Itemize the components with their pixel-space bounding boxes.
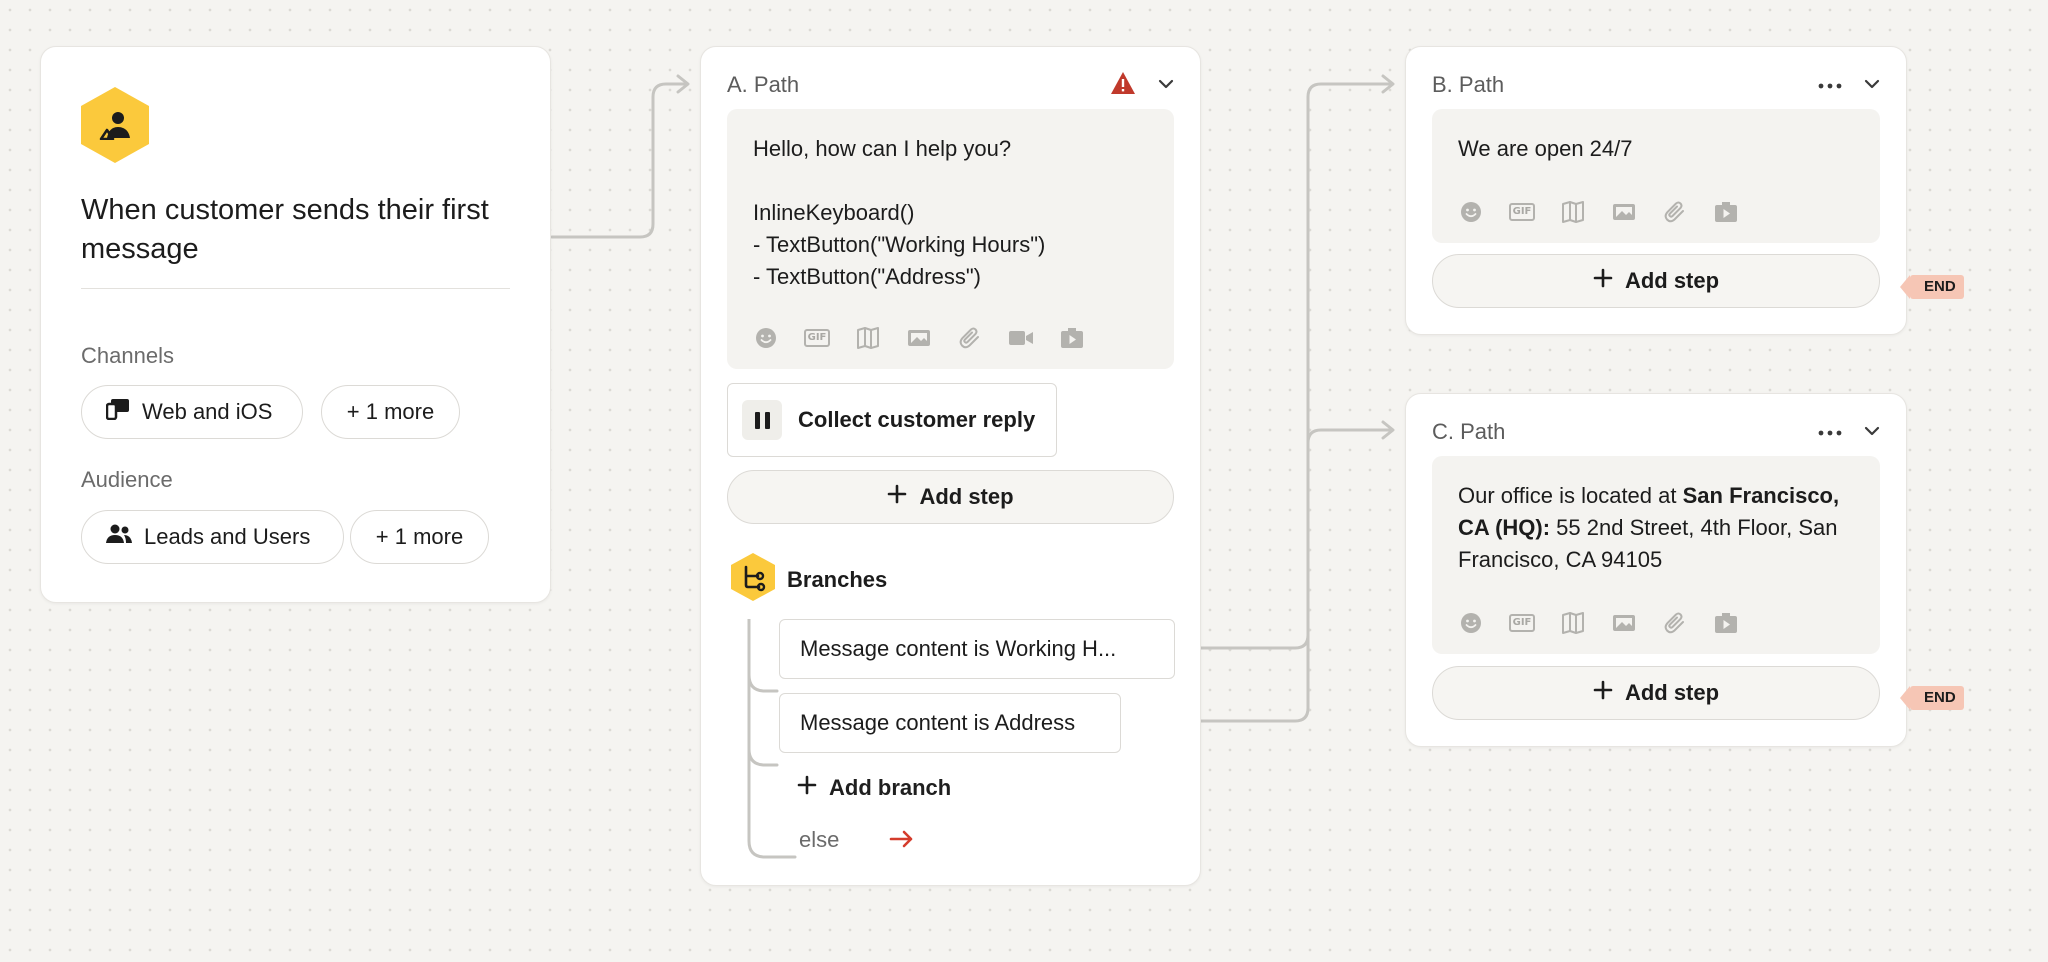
connector-branch1-to-b xyxy=(1170,82,1392,650)
more-options-icon[interactable] xyxy=(1818,76,1842,94)
gif-icon[interactable]: GIF xyxy=(803,325,831,351)
image-icon[interactable] xyxy=(1611,199,1637,225)
channels-value: Web and iOS xyxy=(142,399,273,424)
path-b-message[interactable]: We are open 24/7 GIF xyxy=(1432,109,1880,243)
add-step-label: Add step xyxy=(1624,680,1720,705)
app-icon[interactable] xyxy=(1713,610,1739,636)
message-line: - TextButton("Working Hours") xyxy=(753,232,1046,257)
path-b-header: B. Path xyxy=(1432,69,1880,101)
path-c-add-step-button[interactable]: Add step xyxy=(1432,666,1880,720)
app-icon[interactable] xyxy=(1059,325,1085,351)
plus-icon xyxy=(797,775,817,801)
attachment-icon[interactable] xyxy=(1662,199,1688,225)
path-a-header: A. Path xyxy=(727,69,1174,101)
branches-header: Branches xyxy=(729,551,887,609)
branch-working-hours[interactable]: Message content is Working H... xyxy=(779,619,1175,679)
warning-icon[interactable] xyxy=(1110,71,1136,100)
path-a-add-step-button[interactable]: Add step xyxy=(727,470,1174,524)
chevron-down-icon[interactable] xyxy=(1158,76,1174,94)
audience-label: Audience xyxy=(81,467,173,492)
pause-icon xyxy=(742,400,782,440)
message-line: - TextButton("Address") xyxy=(753,264,981,289)
article-icon[interactable] xyxy=(855,325,881,351)
channels-icon xyxy=(105,398,130,426)
add-branch-label: Add branch xyxy=(829,775,952,800)
article-icon[interactable] xyxy=(1560,610,1586,636)
trigger-title: When customer sends their first message xyxy=(81,194,489,265)
attachment-icon[interactable] xyxy=(1662,610,1688,636)
video-icon[interactable] xyxy=(1008,325,1034,351)
end-tag-b: END xyxy=(1900,275,1964,299)
article-icon[interactable] xyxy=(1560,199,1586,225)
message-toolbar: GIF xyxy=(753,325,1085,351)
else-arrow-icon[interactable] xyxy=(889,829,915,854)
trigger-card[interactable]: When customer sends their first message … xyxy=(40,46,551,603)
image-icon[interactable] xyxy=(906,325,932,351)
image-icon[interactable] xyxy=(1611,610,1637,636)
channels-more-pill[interactable]: + 1 more xyxy=(321,385,460,439)
gif-icon[interactable]: GIF xyxy=(1508,610,1536,636)
branches-hex-icon xyxy=(729,551,777,609)
emoji-icon[interactable] xyxy=(753,325,779,351)
message-text: Our office is located at San Francisco, … xyxy=(1458,480,1858,576)
chevron-down-icon[interactable] xyxy=(1864,423,1880,441)
end-tag-c: END xyxy=(1900,686,1964,710)
path-a-card[interactable]: A. Path Hello, how can I help you? Inlin… xyxy=(700,46,1201,886)
audience-pill[interactable]: Leads and Users xyxy=(81,510,344,564)
add-step-label: Add step xyxy=(1624,268,1720,293)
path-c-card[interactable]: C. Path Our office is located at San Fra… xyxy=(1405,393,1907,747)
collect-reply-step[interactable]: Collect customer reply xyxy=(727,383,1057,457)
plus-icon xyxy=(1593,680,1613,706)
divider xyxy=(81,288,510,289)
plus-icon xyxy=(1593,268,1613,294)
trigger-hex-icon xyxy=(81,87,149,163)
more-options-icon[interactable] xyxy=(1818,423,1842,441)
path-a-title: A. Path xyxy=(727,72,800,97)
connector-trigger-to-a xyxy=(550,82,687,239)
customer-message-icon xyxy=(98,110,132,140)
path-c-message[interactable]: Our office is located at San Francisco, … xyxy=(1432,456,1880,654)
message-text: We are open 24/7 xyxy=(1458,136,1633,161)
channels-label: Channels xyxy=(81,343,174,368)
gif-icon[interactable]: GIF xyxy=(1508,199,1536,225)
path-b-card[interactable]: B. Path We are open 24/7 GIF Add step xyxy=(1405,46,1907,335)
message-toolbar: GIF xyxy=(1458,610,1739,636)
emoji-icon[interactable] xyxy=(1458,199,1484,225)
else-label: else xyxy=(799,827,840,852)
message-toolbar: GIF xyxy=(1458,199,1739,225)
path-c-header: C. Path xyxy=(1432,416,1880,448)
collect-reply-label: Collect customer reply xyxy=(798,407,1036,432)
path-b-add-step-button[interactable]: Add step xyxy=(1432,254,1880,308)
branches-title: Branches xyxy=(787,567,888,592)
emoji-icon[interactable] xyxy=(1458,610,1484,636)
path-a-message[interactable]: Hello, how can I help you? InlineKeyboar… xyxy=(727,109,1174,369)
audience-value: Leads and Users xyxy=(144,524,311,549)
add-step-label: Add step xyxy=(919,484,1014,509)
chevron-down-icon[interactable] xyxy=(1864,76,1880,94)
message-prefix: Our office is located at xyxy=(1458,483,1683,508)
attachment-icon[interactable] xyxy=(957,325,983,351)
path-c-title: C. Path xyxy=(1432,419,1506,444)
message-line xyxy=(753,165,1148,197)
plus-icon xyxy=(887,484,907,510)
branch-address[interactable]: Message content is Address xyxy=(779,693,1121,753)
message-line: InlineKeyboard() xyxy=(753,200,915,225)
path-b-title: B. Path xyxy=(1432,72,1505,97)
channels-pill[interactable]: Web and iOS xyxy=(81,385,303,439)
audience-more-pill[interactable]: + 1 more xyxy=(350,510,489,564)
app-icon[interactable] xyxy=(1713,199,1739,225)
add-branch-button[interactable]: Add branch xyxy=(797,775,951,801)
message-line: Hello, how can I help you? xyxy=(753,136,1012,161)
users-icon xyxy=(106,524,132,550)
